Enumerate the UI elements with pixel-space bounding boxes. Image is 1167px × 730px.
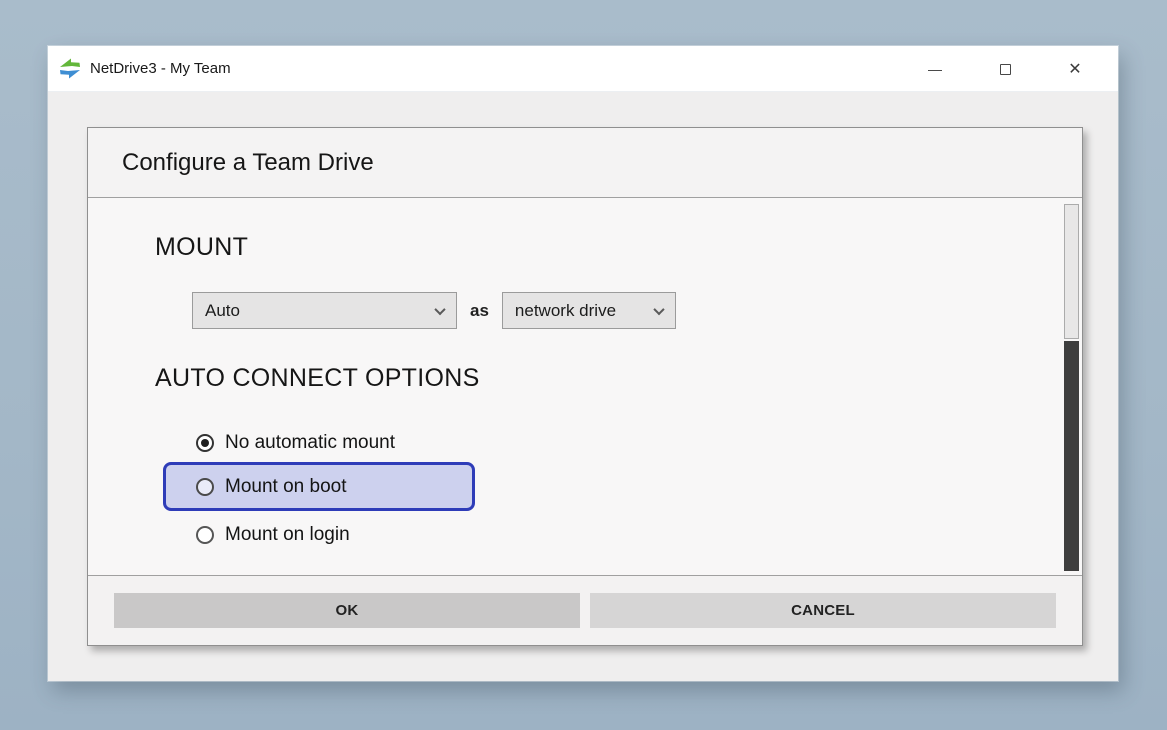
radio-label[interactable]: Mount on login: [225, 524, 350, 546]
minimize-icon: —: [928, 61, 942, 77]
mount-mode-value: Auto: [205, 301, 426, 321]
maximize-button[interactable]: [982, 46, 1028, 92]
dialog-footer: OK CANCEL: [88, 576, 1082, 645]
window-controls: — ✕: [888, 46, 1098, 92]
dialog-header: Configure a Team Drive: [88, 128, 1082, 198]
mount-target-value: network drive: [515, 301, 645, 321]
close-icon: ✕: [1068, 59, 1081, 79]
mount-target-select[interactable]: network drive: [502, 292, 676, 329]
chevron-down-icon: [653, 303, 664, 314]
radio-unselected-icon[interactable]: [196, 478, 214, 496]
as-label: as: [470, 301, 489, 321]
configure-team-drive-dialog: Configure a Team Drive MOUNT Auto as net…: [87, 127, 1083, 646]
radio-selected-icon[interactable]: [196, 434, 214, 452]
dialog-content: MOUNT Auto as network drive AUTO CONNECT…: [88, 198, 1082, 576]
mount-section-heading: MOUNT: [155, 233, 248, 262]
radio-option-mount-on-login[interactable]: Mount on login: [196, 522, 350, 548]
ok-button[interactable]: OK: [114, 593, 580, 628]
close-button[interactable]: ✕: [1052, 46, 1098, 92]
netdrive-logo-icon: [58, 58, 82, 80]
vertical-scrollbar[interactable]: [1064, 204, 1079, 571]
mount-row: Auto as network drive: [192, 292, 676, 329]
radio-label[interactable]: No automatic mount: [225, 432, 395, 454]
window-title: NetDrive3 - My Team: [90, 60, 231, 77]
scrollbar-thumb[interactable]: [1064, 204, 1079, 339]
chevron-down-icon: [434, 303, 445, 314]
mount-mode-select[interactable]: Auto: [192, 292, 457, 329]
cancel-button[interactable]: CANCEL: [590, 593, 1056, 628]
minimize-button[interactable]: —: [912, 46, 958, 92]
radio-label[interactable]: Mount on boot: [225, 476, 346, 498]
radio-option-mount-on-boot-highlighted[interactable]: Mount on boot: [163, 462, 475, 511]
app-window: NetDrive3 - My Team — ✕ Configure a Team…: [48, 46, 1118, 681]
title-bar[interactable]: NetDrive3 - My Team — ✕: [48, 46, 1118, 92]
maximize-icon: [1000, 64, 1011, 75]
desktop-background: { "window": { "title": "NetDrive3 - My T…: [0, 0, 1167, 730]
radio-option-no-automatic-mount[interactable]: No automatic mount: [196, 430, 395, 456]
dialog-title: Configure a Team Drive: [122, 149, 374, 177]
auto-connect-section-heading: AUTO CONNECT OPTIONS: [155, 364, 480, 393]
scrollbar-track[interactable]: [1064, 341, 1079, 571]
radio-unselected-icon[interactable]: [196, 526, 214, 544]
